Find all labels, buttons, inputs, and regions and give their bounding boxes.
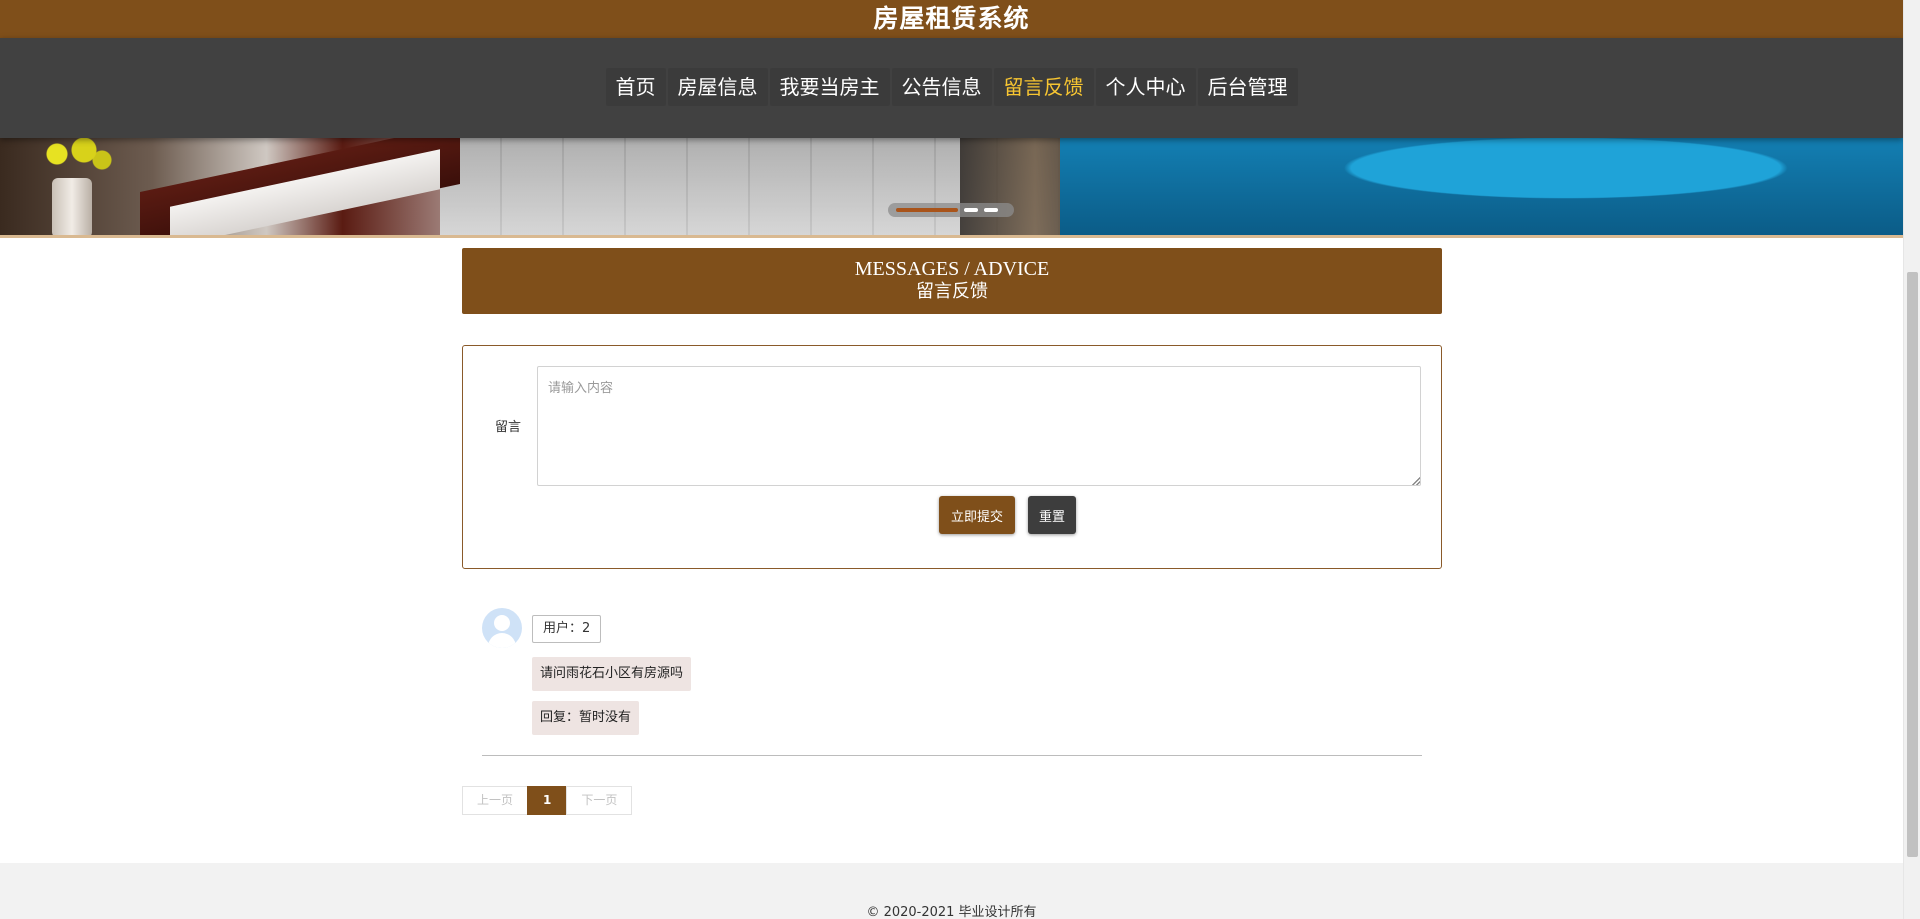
- page-scrollbar[interactable]: [1903, 0, 1920, 919]
- next-page-button[interactable]: 下一页: [566, 786, 633, 815]
- pagination: 上一页 1 下一页: [462, 786, 633, 815]
- copyright-text: © 2020-2021 毕业设计所有: [866, 905, 1037, 919]
- resize-grip-icon[interactable]: [1412, 477, 1420, 485]
- reset-button[interactable]: 重置: [1028, 496, 1076, 534]
- avatar-head: [494, 615, 510, 631]
- banner-image-flowers: [30, 138, 120, 178]
- message-label: 留言: [495, 420, 522, 435]
- avatar-body: [488, 633, 516, 648]
- message-form: 留言 立即提交 重置: [462, 345, 1442, 569]
- nav-item-home[interactable]: 首页: [605, 68, 666, 106]
- nav-item-announcements[interactable]: 公告信息: [891, 68, 992, 106]
- current-page[interactable]: 1: [527, 786, 568, 815]
- comment-user: 用户：2: [532, 615, 602, 643]
- banner-image-vase: [52, 178, 92, 235]
- nav-menu: 首页 房屋信息 我要当房主 公告信息 留言反馈 个人中心 后台管理: [0, 68, 1903, 106]
- carousel-dot-3[interactable]: [984, 208, 998, 212]
- section-title-zh: 留言反馈: [916, 281, 988, 302]
- site-header: 房屋租赁系统: [0, 0, 1903, 38]
- footer: © 2020-2021 毕业设计所有: [0, 863, 1903, 919]
- banner-image-bed: [1060, 138, 1903, 235]
- nav-item-house-info[interactable]: 房屋信息: [667, 68, 768, 106]
- comment-divider: [482, 755, 1422, 756]
- page: 房屋租赁系统 首页 房屋信息 我要当房主 公告信息 留言反馈 个人中心 后台管理…: [0, 0, 1903, 919]
- user-avatar-icon: [482, 608, 522, 648]
- section-title-en: MESSAGES / ADVICE: [854, 258, 1050, 280]
- comment-reply: 回复：暂时没有: [532, 701, 640, 735]
- carousel-indicators: [888, 203, 1014, 217]
- submit-button[interactable]: 立即提交: [939, 496, 1015, 534]
- message-textarea[interactable]: [537, 366, 1421, 486]
- scrollbar-thumb[interactable]: [1907, 272, 1918, 857]
- nav-item-become-landlord[interactable]: 我要当房主: [769, 68, 890, 106]
- main-navigation: 首页 房屋信息 我要当房主 公告信息 留言反馈 个人中心 后台管理: [0, 38, 1903, 138]
- carousel-dot-2[interactable]: [964, 208, 978, 212]
- nav-item-admin[interactable]: 后台管理: [1197, 68, 1298, 106]
- prev-page-button[interactable]: 上一页: [462, 786, 529, 815]
- carousel-dot-1[interactable]: [896, 208, 958, 212]
- comment-content: 请问雨花石小区有房源吗: [532, 657, 692, 691]
- nav-item-personal-center[interactable]: 个人中心: [1095, 68, 1196, 106]
- nav-item-messages[interactable]: 留言反馈: [993, 68, 1094, 106]
- section-heading: MESSAGES / ADVICE 留言反馈: [462, 248, 1442, 314]
- banner-carousel: [0, 138, 1903, 238]
- site-title: 房屋租赁系统: [873, 5, 1030, 33]
